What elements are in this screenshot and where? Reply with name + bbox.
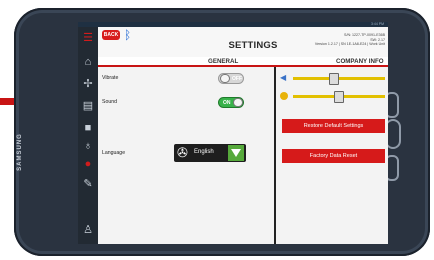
- device-info: S/N: 1227-TP-0091-E36B SW: 2.17 Version …: [314, 33, 385, 47]
- folder-icon[interactable]: ■: [81, 121, 95, 135]
- tab-general[interactable]: GENERAL: [208, 58, 238, 65]
- toggle-state: OFF: [232, 76, 242, 82]
- user-icon[interactable]: ♙: [81, 223, 95, 237]
- tab-bar: GENERAL COMPANY INFO: [98, 57, 388, 67]
- sound-label: Sound: [102, 99, 118, 105]
- home-icon[interactable]: ⌂: [81, 55, 95, 69]
- vibrate-label: Vibrate: [102, 75, 119, 81]
- vibrate-toggle[interactable]: OFF: [218, 73, 244, 84]
- brightness-thumb[interactable]: [334, 91, 344, 103]
- restore-defaults-button[interactable]: Restore Default Settings: [282, 119, 385, 133]
- toggle-state: ON: [223, 100, 231, 106]
- app-screen: 3:44 PM ☰ ⌂ ✢ ▤ ■ ♁ ● ✎ ♙ BACK ᛒ SETTING…: [78, 22, 388, 244]
- toggle-knob: [220, 74, 230, 83]
- language-select[interactable]: ✇ English: [174, 144, 246, 162]
- signal-icon[interactable]: ✢: [81, 77, 95, 91]
- column-divider: [274, 67, 276, 244]
- page-title: SETTINGS: [228, 40, 278, 51]
- clipboard-icon[interactable]: ▤: [81, 99, 95, 113]
- bulb-icon[interactable]: ♁: [81, 139, 95, 153]
- sidebar: ☰ ⌂ ✢ ▤ ■ ♁ ● ✎ ♙: [78, 27, 98, 244]
- language-label: Language: [102, 150, 126, 156]
- language-value: English: [194, 149, 214, 155]
- bluetooth-icon[interactable]: ᛒ: [124, 28, 131, 42]
- menu-icon[interactable]: ☰: [81, 31, 95, 45]
- sound-toggle[interactable]: ON: [218, 97, 244, 108]
- brightness-icon: [280, 92, 288, 100]
- edit-icon[interactable]: ✎: [81, 177, 95, 191]
- volume-thumb[interactable]: [329, 73, 340, 85]
- brand-label: SAMSUNG: [17, 133, 24, 171]
- factory-reset-button[interactable]: Factory Data Reset: [282, 149, 385, 163]
- toggle-knob: [233, 98, 243, 107]
- back-button[interactable]: BACK: [102, 30, 120, 40]
- settings-content: Vibrate OFF Sound ON Language ✇ English …: [98, 67, 388, 244]
- tab-company-info[interactable]: COMPANY INFO: [336, 58, 384, 65]
- chevron-down-icon: [228, 145, 244, 161]
- screenshot: SAMSUNG 3:44 PM ☰ ⌂ ✢ ▤ ■ ♁ ● ✎ ♙ BACK ᛒ…: [0, 0, 434, 260]
- volume-icon: ◀: [280, 73, 287, 82]
- header: BACK ᛒ SETTINGS S/N: 1227-TP-0091-E36B S…: [98, 27, 388, 58]
- location-icon[interactable]: ●: [81, 157, 95, 171]
- film-reel-icon: ✇: [177, 145, 188, 160]
